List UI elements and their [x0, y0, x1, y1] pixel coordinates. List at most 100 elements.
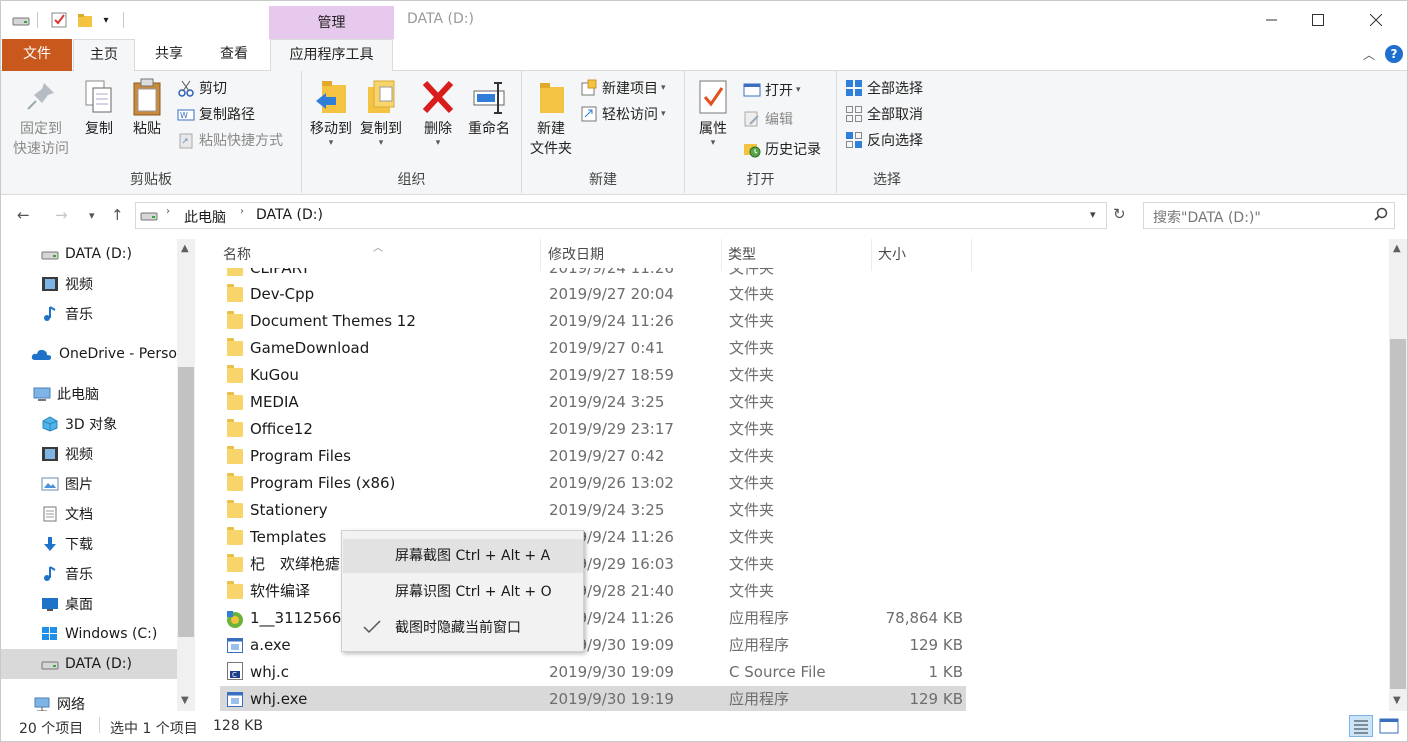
- address-bar[interactable]: › 此电脑 › DATA (D:) ▾: [135, 202, 1107, 229]
- open-button[interactable]: 打开 ▾: [743, 79, 801, 101]
- close-button[interactable]: [1353, 1, 1399, 39]
- new-item-button[interactable]: 新建项目 ▾: [580, 77, 666, 99]
- history-button[interactable]: 历史记录: [743, 138, 821, 160]
- maximize-button[interactable]: [1295, 1, 1341, 39]
- table-row[interactable]: Stationery 2019/9/24 3:25 文件夹: [220, 497, 966, 524]
- table-row[interactable]: C whj.c 2019/9/30 19:09 C Source File 1 …: [220, 659, 966, 686]
- nav-scroll-thumb[interactable]: [178, 367, 194, 637]
- table-row[interactable]: 1__3112566__3f7273c33d6c6d266e7 2019/9/2…: [220, 605, 966, 632]
- table-row[interactable]: MEDIA 2019/9/24 3:25 文件夹: [220, 389, 966, 416]
- file-list-scroll-thumb[interactable]: [1390, 339, 1406, 689]
- move-to-button[interactable]: 移动到 ▾: [306, 77, 356, 148]
- ribbon: 固定到 快速访问 复制 粘贴 剪切 W 复制路径 粘贴快捷方式 剪贴板 移动到 …: [1, 71, 1407, 195]
- copy-path-button[interactable]: W 复制路径: [177, 103, 255, 125]
- column-header-type[interactable]: 类型: [722, 239, 872, 271]
- table-row[interactable]: Dev-Cpp 2019/9/27 20:04 文件夹: [220, 281, 966, 308]
- select-none-button[interactable]: 全部取消: [845, 103, 923, 125]
- column-header-size[interactable]: 大小: [872, 239, 972, 271]
- rename-icon: [470, 77, 508, 117]
- refresh-icon[interactable]: ↻: [1113, 205, 1126, 223]
- table-row[interactable]: Program Files 2019/9/27 0:42 文件夹: [220, 443, 966, 470]
- exe-icon: [227, 692, 243, 707]
- collapse-ribbon-icon[interactable]: ︿: [1363, 46, 1375, 63]
- forward-arrow-icon[interactable]: →: [55, 206, 68, 224]
- nav-item-pictures[interactable]: 图片: [1, 469, 177, 499]
- rename-button[interactable]: 重命名: [464, 77, 514, 139]
- scroll-down-icon[interactable]: ▼: [181, 695, 189, 706]
- delete-button[interactable]: 删除 ▾: [416, 77, 460, 148]
- nav-scrollbar[interactable]: ▲ ▼: [177, 239, 195, 711]
- table-row[interactable]: 软件编译 2019/9/28 21:40 文件夹: [220, 578, 966, 605]
- nav-item-downloads[interactable]: 下载: [1, 529, 177, 559]
- nav-item-this-pc[interactable]: 此电脑: [1, 379, 177, 409]
- menu-item-image-recognition[interactable]: 屏幕识图 Ctrl + Alt + O: [343, 575, 583, 609]
- nav-item-3d-objects[interactable]: 3D 对象: [1, 409, 177, 439]
- cut-button[interactable]: 剪切: [177, 77, 227, 99]
- details-view-button[interactable]: [1349, 715, 1373, 737]
- table-row[interactable]: Document Themes 12 2019/9/24 11:26 文件夹: [220, 308, 966, 335]
- table-row[interactable]: 杞 欢缂栬瘧 2019/9/29 16:03 文件夹: [220, 551, 966, 578]
- address-history-chevron-icon[interactable]: ▾: [1090, 208, 1096, 221]
- nav-item-videos[interactable]: 视频: [1, 269, 177, 299]
- copy-button[interactable]: 复制: [79, 77, 119, 139]
- new-folder-button[interactable]: 新建 文件夹: [526, 77, 576, 159]
- help-icon[interactable]: ?: [1385, 45, 1403, 63]
- menu-item-screenshot[interactable]: 屏幕截图 Ctrl + Alt + A: [343, 539, 583, 573]
- tab-share[interactable]: 共享: [142, 39, 196, 71]
- breadcrumb-this-pc[interactable]: 此电脑: [184, 207, 226, 227]
- nav-item-documents[interactable]: 文档: [1, 499, 177, 529]
- folder-icon: [227, 311, 243, 329]
- nav-item-videos-2[interactable]: 视频: [1, 439, 177, 469]
- large-icons-view-button[interactable]: [1379, 717, 1399, 735]
- customize-quick-access-icon[interactable]: ▾: [99, 11, 113, 29]
- scroll-down-icon[interactable]: ▼: [1393, 695, 1401, 706]
- nav-item-windows-drive[interactable]: Windows (C:): [1, 619, 177, 649]
- documents-icon: [41, 506, 59, 522]
- nav-item-data-drive-selected[interactable]: DATA (D:): [1, 649, 177, 679]
- table-row[interactable]: Office12 2019/9/29 23:17 文件夹: [220, 416, 966, 443]
- video-icon: [41, 446, 59, 462]
- nav-item-onedrive[interactable]: OneDrive - Perso: [1, 339, 177, 369]
- drive-icon[interactable]: [11, 11, 31, 29]
- back-arrow-icon[interactable]: ←: [17, 206, 30, 224]
- copy-to-button[interactable]: 复制到 ▾: [356, 77, 406, 148]
- up-arrow-icon[interactable]: ↑: [111, 206, 124, 224]
- table-row[interactable]: a.exe 2019/9/30 19:09 应用程序 129 KB: [220, 632, 966, 659]
- tab-home[interactable]: 主页: [73, 39, 135, 72]
- nav-item-data-drive[interactable]: DATA (D:): [1, 239, 177, 269]
- tab-application-tools[interactable]: 应用程序工具: [270, 39, 393, 72]
- installer-icon: [225, 609, 245, 629]
- invert-selection-button[interactable]: 反向选择: [845, 129, 923, 151]
- status-item-count: 20 个项目: [19, 721, 84, 737]
- table-row[interactable]: KuGou 2019/9/27 18:59 文件夹: [220, 362, 966, 389]
- minimize-button[interactable]: [1249, 1, 1295, 39]
- edit-button[interactable]: 编辑: [743, 108, 793, 130]
- properties-button[interactable]: 属性 ▾: [693, 77, 733, 148]
- new-folder-quick-icon[interactable]: [75, 11, 95, 29]
- breadcrumb-data-drive[interactable]: DATA (D:): [256, 207, 323, 223]
- file-list-scrollbar[interactable]: ▲ ▼: [1389, 239, 1407, 711]
- scroll-up-icon[interactable]: ▲: [1393, 243, 1401, 254]
- paste-button[interactable]: 粘贴: [127, 77, 167, 139]
- table-row[interactable]: Templates 2019/9/24 11:26 文件夹: [220, 524, 966, 551]
- easy-access-button[interactable]: 轻松访问 ▾: [580, 103, 666, 125]
- select-all-button[interactable]: 全部选择: [845, 77, 923, 99]
- nav-item-music[interactable]: 音乐: [1, 299, 177, 329]
- properties-quick-icon[interactable]: [49, 11, 69, 29]
- menu-item-hide-window[interactable]: 截图时隐藏当前窗口: [343, 611, 583, 645]
- nav-item-desktop[interactable]: 桌面: [1, 589, 177, 619]
- table-row-selected[interactable]: whj.exe 2019/9/30 19:19 应用程序 129 KB: [220, 686, 966, 711]
- search-input[interactable]: 搜索"DATA (D:)": [1143, 202, 1395, 229]
- pin-quick-access-button[interactable]: 固定到 快速访问: [9, 77, 73, 159]
- computer-icon: [33, 386, 51, 402]
- tab-view[interactable]: 查看: [207, 39, 261, 71]
- tab-file[interactable]: 文件: [2, 39, 72, 71]
- table-row[interactable]: GameDownload 2019/9/27 0:41 文件夹: [220, 335, 966, 362]
- column-header-name[interactable]: 名称: [217, 239, 541, 271]
- column-header-date[interactable]: 修改日期: [542, 239, 722, 271]
- scroll-up-icon[interactable]: ▲: [181, 243, 189, 254]
- table-row[interactable]: Program Files (x86) 2019/9/26 13:02 文件夹: [220, 470, 966, 497]
- nav-item-music-2[interactable]: 音乐: [1, 559, 177, 589]
- recent-locations-icon[interactable]: ▾: [89, 209, 95, 222]
- paste-shortcut-button[interactable]: 粘贴快捷方式: [177, 129, 283, 151]
